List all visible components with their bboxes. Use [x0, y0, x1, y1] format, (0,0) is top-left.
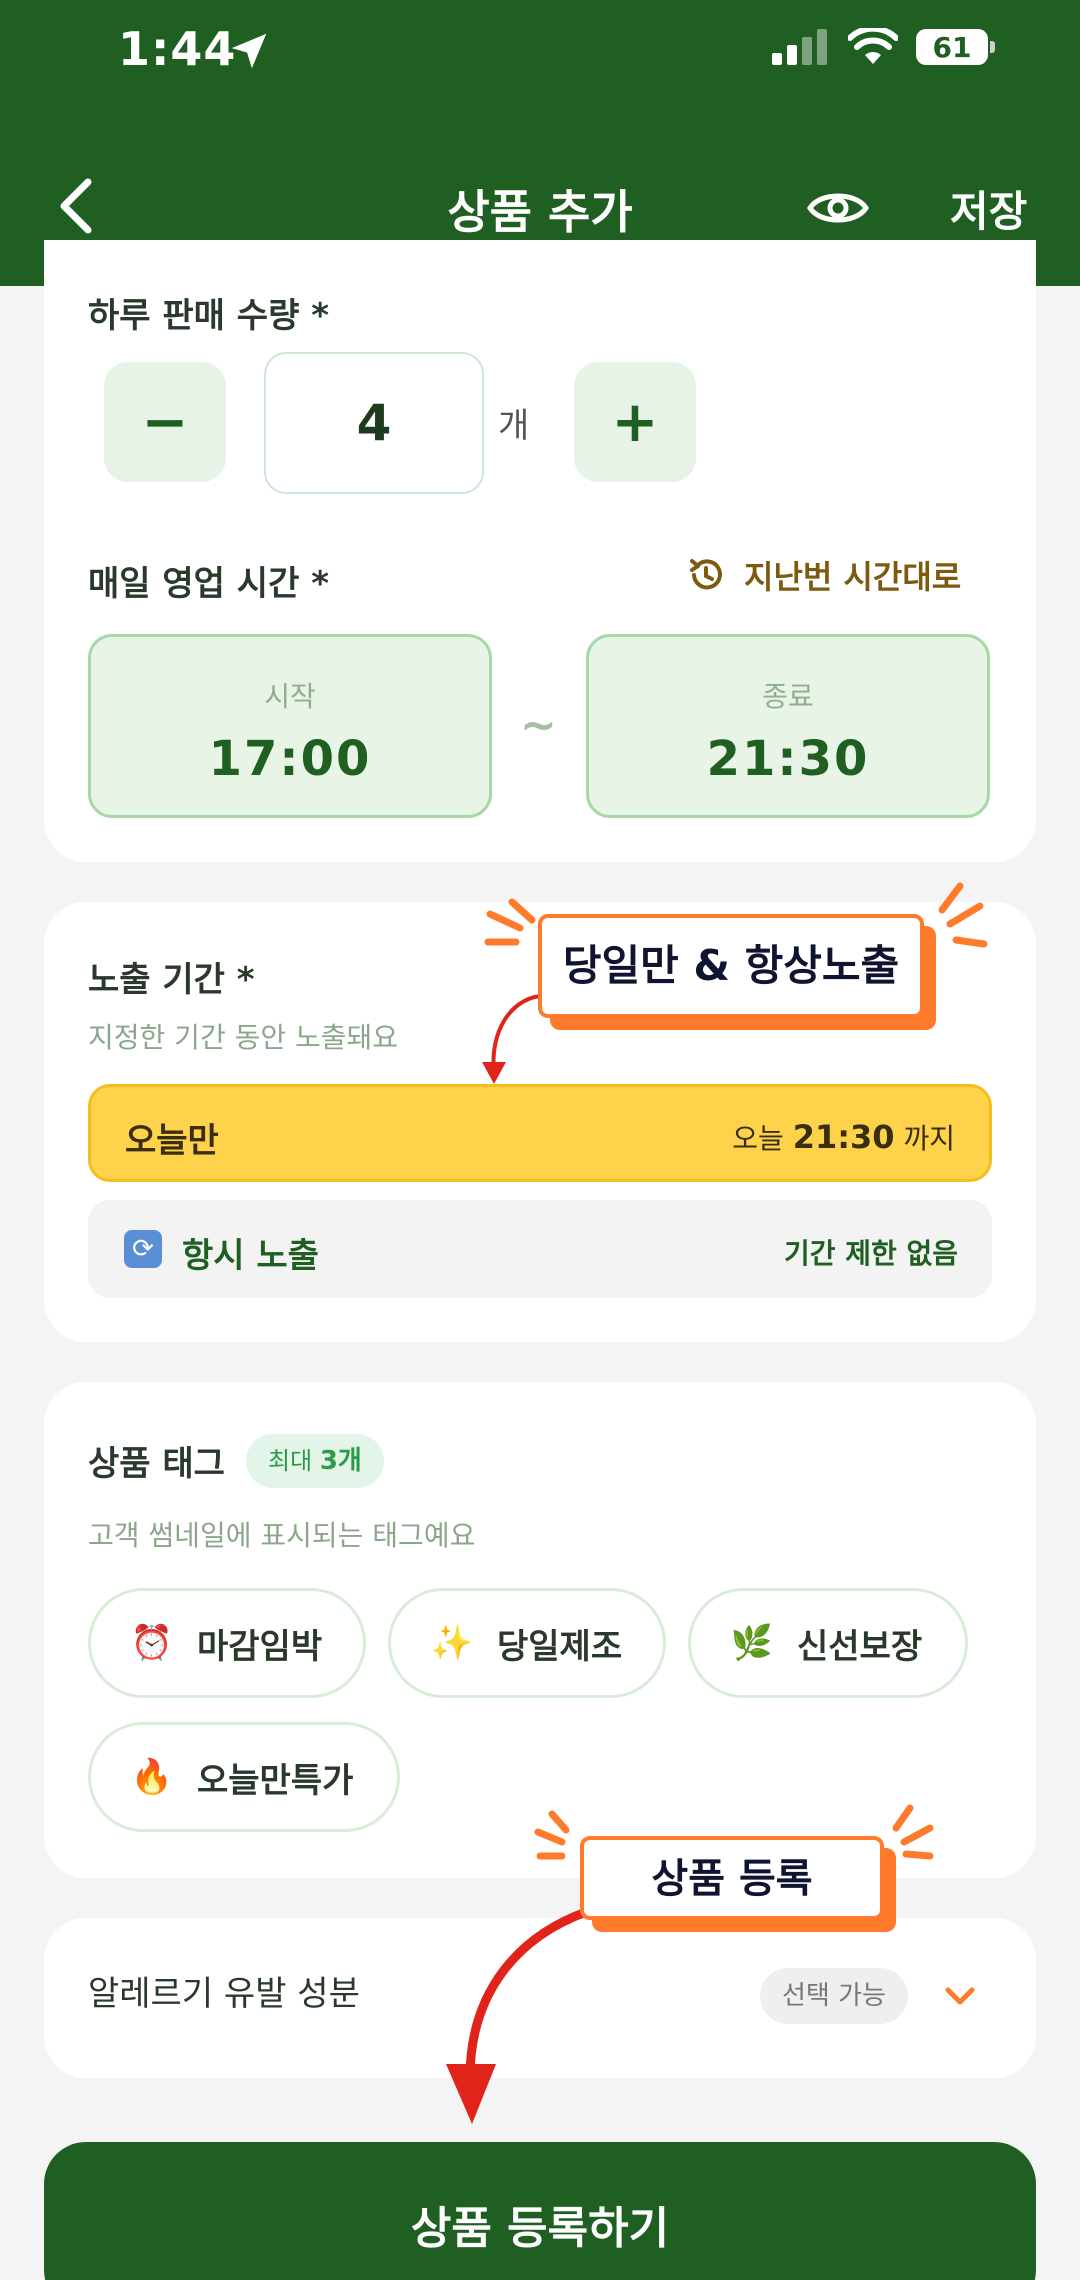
- tag-chip[interactable]: ⏰ 마감임박: [88, 1588, 366, 1698]
- eye-icon[interactable]: [806, 176, 870, 240]
- start-time-caption: 시작: [264, 680, 316, 713]
- end-time-picker[interactable]: 종료 21:30: [586, 634, 990, 818]
- page-title: 상품 추가: [447, 185, 633, 239]
- max-tags-badge: 최대 3개: [246, 1434, 384, 1488]
- today-deadline-prefix: 오늘: [732, 1122, 784, 1155]
- today-deadline-suffix: 까지: [903, 1122, 955, 1155]
- decrease-quantity-button[interactable]: −: [104, 362, 226, 482]
- today-option-deadline: 오늘 21:30 까지: [732, 1117, 955, 1157]
- tag-chip-label: 마감임박: [197, 1626, 323, 1667]
- wifi-icon: [848, 28, 898, 64]
- business-hours-label: 매일 영업 시간 *: [88, 564, 329, 604]
- exposure-period-description: 지정한 기간 동안 노출돼요: [88, 1021, 399, 1054]
- alarm-clock-icon: ⏰: [130, 1623, 174, 1663]
- today-option-label: 오늘만: [125, 1121, 219, 1161]
- herb-icon: 🌿: [730, 1623, 774, 1663]
- start-time-value: 17:00: [208, 731, 372, 787]
- callout-register: 상품 등록: [580, 1836, 884, 1920]
- tag-chip-label: 신선보장: [797, 1626, 923, 1667]
- sparkles-icon: ✨: [430, 1623, 474, 1663]
- allergy-label: 알레르기 유발 성분: [88, 1974, 360, 2014]
- register-product-button[interactable]: 상품 등록하기: [44, 2142, 1036, 2280]
- exposure-option-today[interactable]: 오늘만 오늘 21:30 까지: [88, 1084, 992, 1182]
- product-tags-description: 고객 썸네일에 표시되는 태그예요: [88, 1519, 476, 1552]
- use-previous-hours-button[interactable]: 지난번 시간대로: [686, 552, 961, 598]
- optional-badge: 선택 가능: [760, 1968, 908, 2024]
- start-time-picker[interactable]: 시작 17:00: [88, 634, 492, 818]
- callout-today-always: 당일만 & 항상노출: [538, 914, 924, 1018]
- end-time-caption: 종료: [762, 680, 814, 713]
- tag-chip[interactable]: 🌿 신선보장: [688, 1588, 968, 1698]
- signal-icon: [772, 29, 827, 65]
- exposure-period-label: 노출 기간 *: [88, 960, 255, 1000]
- max-tags-prefix: 최대: [268, 1447, 313, 1475]
- exposure-option-always[interactable]: ⟳ 항시 노출 기간 제한 없음: [88, 1200, 992, 1298]
- tag-chip-label: 당일제조: [497, 1626, 623, 1667]
- today-deadline-time: 21:30: [792, 1118, 895, 1156]
- battery-indicator: 61: [916, 29, 995, 65]
- increase-quantity-button[interactable]: +: [574, 362, 696, 482]
- repeat-icon: ⟳: [124, 1230, 162, 1268]
- tag-chip[interactable]: ✨ 당일제조: [388, 1588, 666, 1698]
- status-time: 1:44: [118, 22, 237, 76]
- tag-chip[interactable]: 🔥 오늘만특가: [88, 1722, 400, 1832]
- status-indicators: 61: [772, 28, 995, 66]
- location-arrow-icon: [231, 33, 267, 69]
- chevron-down-icon[interactable]: [940, 1978, 980, 2014]
- end-time-value: 21:30: [706, 731, 870, 787]
- fire-icon: 🔥: [130, 1757, 174, 1797]
- product-tags-label: 상품 태그: [88, 1444, 225, 1484]
- always-option-note: 기간 제한 없음: [783, 1237, 958, 1270]
- quantity-unit: 개: [498, 406, 530, 446]
- tag-chip-label: 오늘만특가: [197, 1760, 354, 1801]
- use-previous-hours-label: 지난번 시간대로: [744, 558, 962, 596]
- always-option-label: 항시 노출: [182, 1236, 319, 1276]
- max-tags-count: 3개: [319, 1446, 362, 1476]
- quantity-input[interactable]: 4: [264, 352, 484, 494]
- save-button[interactable]: 저장: [950, 178, 1027, 239]
- history-icon: [690, 559, 722, 590]
- time-range-separator: ~: [520, 700, 557, 751]
- daily-quantity-label: 하루 판매 수량 *: [88, 296, 329, 336]
